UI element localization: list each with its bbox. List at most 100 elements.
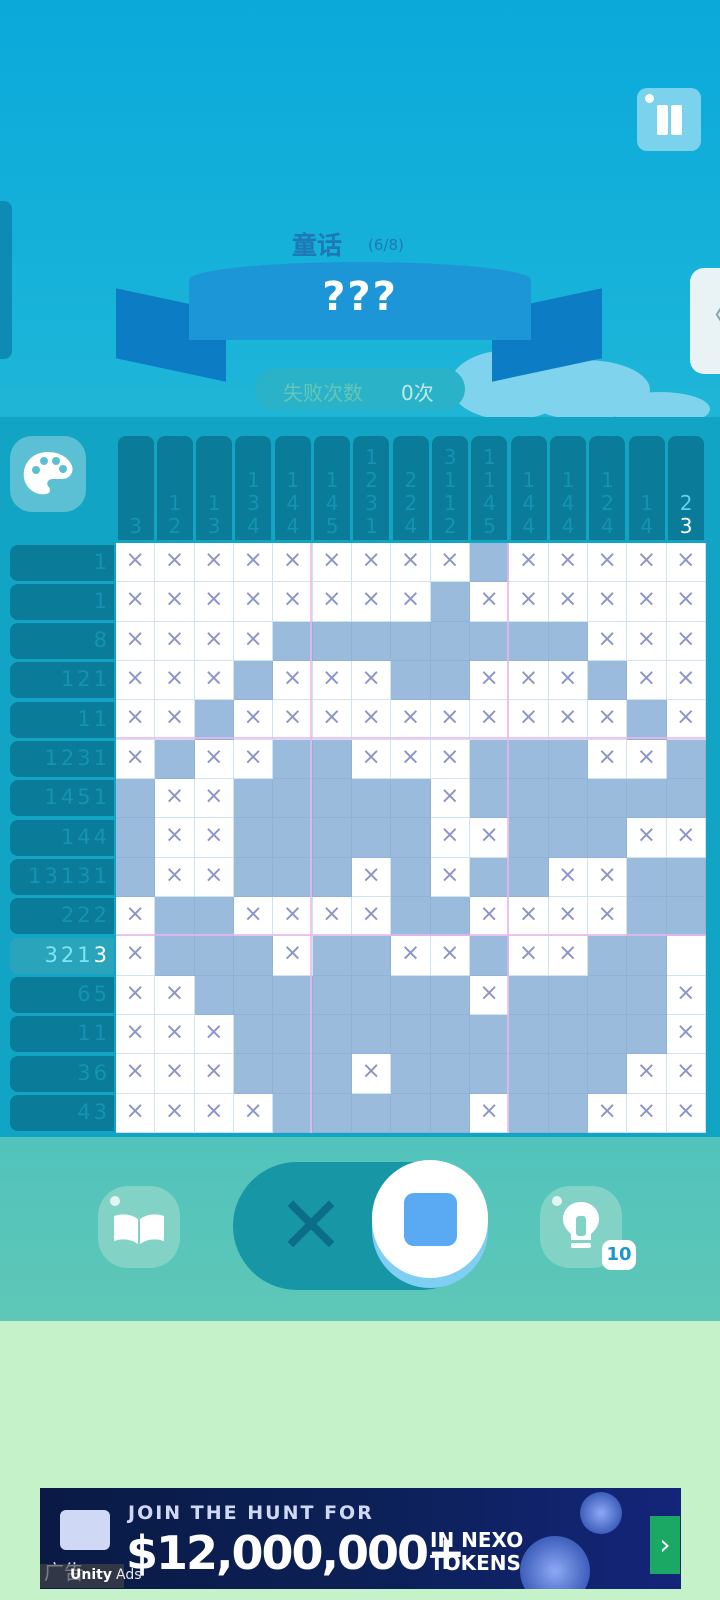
grid-cell-crossed[interactable] — [194, 739, 234, 779]
grid-cell-crossed[interactable] — [469, 660, 510, 701]
grid-cell-filled[interactable] — [587, 1014, 628, 1055]
grid-cell-filled[interactable] — [666, 778, 706, 819]
grid-cell-filled[interactable] — [312, 1014, 352, 1055]
grid-cell-filled[interactable] — [233, 1014, 274, 1055]
grid-cell-crossed[interactable] — [587, 739, 628, 779]
grid-cell-crossed[interactable] — [391, 936, 431, 976]
grid-cell-crossed[interactable] — [469, 818, 510, 858]
grid-cell-filled[interactable] — [194, 975, 234, 1015]
grid-cell-crossed[interactable] — [627, 621, 667, 661]
grid-cell-crossed[interactable] — [627, 818, 667, 858]
grid-cell-filled[interactable] — [587, 936, 628, 976]
grid-cell-filled[interactable] — [273, 857, 313, 897]
grid-cell-crossed[interactable] — [666, 1054, 706, 1094]
grid-cell-crossed[interactable] — [351, 896, 392, 937]
grid-cell-crossed[interactable] — [548, 700, 588, 740]
grid-cell-filled[interactable] — [273, 739, 313, 779]
grid-cell-crossed[interactable] — [430, 700, 470, 740]
grid-cell-filled[interactable] — [548, 1014, 588, 1055]
grid-cell-crossed[interactable] — [116, 1014, 156, 1055]
grid-cell-crossed[interactable] — [194, 621, 234, 661]
grid-cell-crossed[interactable] — [627, 582, 667, 622]
grid-cell-filled[interactable] — [509, 1054, 549, 1094]
grid-cell-crossed[interactable] — [587, 621, 628, 661]
grid-cell-crossed[interactable] — [666, 975, 706, 1015]
grid-cell-filled[interactable] — [469, 1054, 510, 1094]
grid-cell-filled[interactable] — [548, 1054, 588, 1094]
grid-cell-filled[interactable] — [391, 621, 431, 661]
grid-cell-crossed[interactable] — [430, 739, 470, 779]
grid-cell-crossed[interactable] — [469, 896, 510, 937]
grid-cell-filled[interactable] — [233, 1054, 274, 1094]
grid-cell-filled[interactable] — [312, 1054, 352, 1094]
grid-cell-filled[interactable] — [430, 1054, 470, 1094]
grid-cell-crossed[interactable] — [194, 582, 234, 622]
grid-cell-crossed[interactable] — [469, 700, 510, 740]
grid-cell-crossed[interactable] — [116, 660, 156, 701]
grid-cell-filled[interactable] — [273, 1093, 313, 1133]
grid-cell-filled[interactable] — [233, 936, 274, 976]
grid-cell-crossed[interactable] — [391, 700, 431, 740]
right-drawer-tab[interactable]: 〈 — [690, 268, 720, 374]
grid-cell-crossed[interactable] — [351, 660, 392, 701]
grid-cell-filled[interactable] — [587, 975, 628, 1015]
grid-cell-crossed[interactable] — [351, 739, 392, 779]
guide-button[interactable] — [98, 1186, 180, 1268]
grid-cell-crossed[interactable] — [509, 700, 549, 740]
grid-cell-crossed[interactable] — [116, 621, 156, 661]
grid-cell-crossed[interactable] — [391, 582, 431, 622]
grid-cell-filled[interactable] — [273, 1054, 313, 1094]
grid-cell-filled[interactable] — [351, 778, 392, 819]
grid-cell-crossed[interactable] — [116, 700, 156, 740]
grid-cell-crossed[interactable] — [155, 1093, 195, 1133]
grid-cell-crossed[interactable] — [548, 857, 588, 897]
grid-cell-filled[interactable] — [273, 1014, 313, 1055]
grid-cell-crossed[interactable] — [194, 857, 234, 897]
grid-cell-filled[interactable] — [548, 975, 588, 1015]
grid-cell-crossed[interactable] — [233, 739, 274, 779]
grid-cell-crossed[interactable] — [587, 543, 628, 583]
grid-cell-crossed[interactable] — [548, 896, 588, 937]
grid-cell-filled[interactable] — [509, 778, 549, 819]
grid-cell-crossed[interactable] — [430, 543, 470, 583]
grid-cell-crossed[interactable] — [116, 975, 156, 1015]
grid-cell-filled[interactable] — [312, 739, 352, 779]
grid-cell-filled[interactable] — [666, 739, 706, 779]
grid-cell-crossed[interactable] — [116, 543, 156, 583]
grid-cell-crossed[interactable] — [666, 1093, 706, 1133]
grid-cell-crossed[interactable] — [312, 660, 352, 701]
left-drawer-tab[interactable] — [0, 201, 12, 359]
grid-cell-crossed[interactable] — [155, 857, 195, 897]
grid-cell-filled[interactable] — [312, 778, 352, 819]
grid-cell-empty[interactable] — [666, 936, 706, 976]
grid-cell-crossed[interactable] — [587, 857, 628, 897]
grid-cell-filled[interactable] — [469, 739, 510, 779]
grid-cell-filled[interactable] — [548, 1093, 588, 1133]
grid-cell-crossed[interactable] — [666, 621, 706, 661]
grid-cell-filled[interactable] — [233, 975, 274, 1015]
grid-cell-crossed[interactable] — [469, 975, 510, 1015]
grid-cell-filled[interactable] — [233, 778, 274, 819]
grid-cell-filled[interactable] — [509, 1014, 549, 1055]
grid-cell-crossed[interactable] — [233, 621, 274, 661]
grid-cell-filled[interactable] — [351, 621, 392, 661]
grid-cell-filled[interactable] — [430, 660, 470, 701]
grid-cell-filled[interactable] — [391, 818, 431, 858]
grid-cell-filled[interactable] — [627, 1014, 667, 1055]
grid-cell-crossed[interactable] — [116, 896, 156, 937]
grid-cell-filled[interactable] — [430, 621, 470, 661]
grid-cell-filled[interactable] — [312, 857, 352, 897]
grid-cell-filled[interactable] — [312, 936, 352, 976]
grid-cell-filled[interactable] — [312, 621, 352, 661]
grid-cell-crossed[interactable] — [666, 582, 706, 622]
grid-cell-crossed[interactable] — [430, 818, 470, 858]
grid-cell-filled[interactable] — [391, 1093, 431, 1133]
grid-cell-crossed[interactable] — [469, 582, 510, 622]
grid-cell-filled[interactable] — [509, 857, 549, 897]
grid-cell-crossed[interactable] — [194, 1054, 234, 1094]
grid-cell-crossed[interactable] — [155, 818, 195, 858]
grid-cell-filled[interactable] — [430, 1014, 470, 1055]
ad-next-button[interactable]: › — [650, 1516, 680, 1574]
grid-cell-filled[interactable] — [430, 582, 470, 622]
grid-cell-filled[interactable] — [509, 621, 549, 661]
